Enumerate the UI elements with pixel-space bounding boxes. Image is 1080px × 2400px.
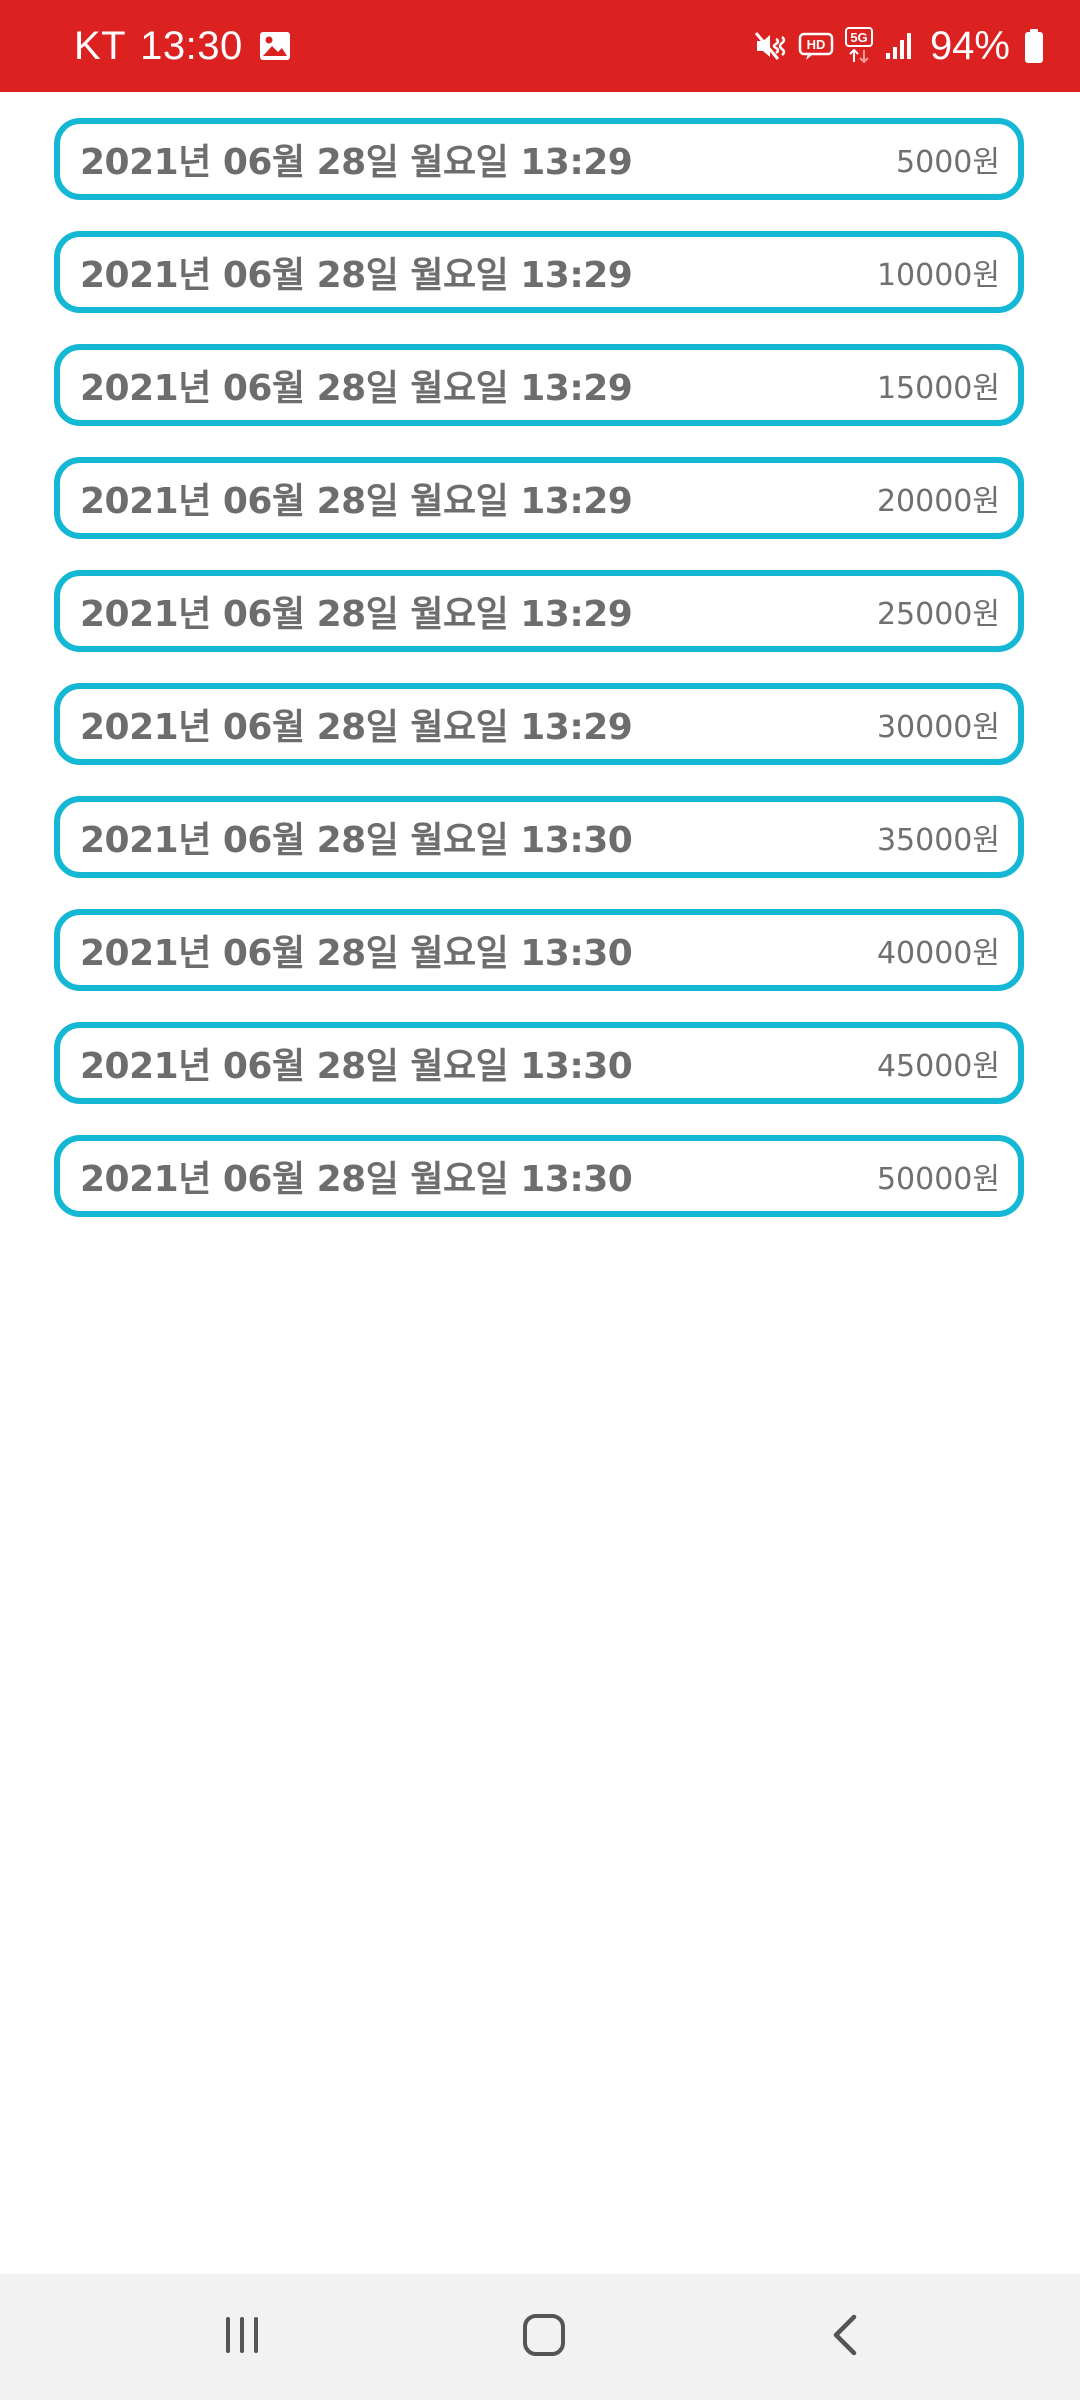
entry-amount: 10000원 xyxy=(876,258,1000,293)
list-item[interactable]: 2021년 06월 28일 월요일 13:29 5000원 xyxy=(54,118,1024,200)
mute-vibrate-icon xyxy=(754,29,788,63)
entry-date: 2021년 06월 28일 월요일 13:29 xyxy=(80,255,633,296)
entry-amount: 15000원 xyxy=(876,371,1000,406)
status-left: KT 13:30 xyxy=(74,0,291,92)
list-item[interactable]: 2021년 06월 28일 월요일 13:29 15000원 xyxy=(54,344,1024,426)
list-item[interactable]: 2021년 06월 28일 월요일 13:29 20000원 xyxy=(54,457,1024,539)
svg-text:5G: 5G xyxy=(850,30,867,45)
5g-icon: 5G xyxy=(844,26,874,66)
entry-date: 2021년 06월 28일 월요일 13:30 xyxy=(80,820,633,861)
entry-amount: 25000원 xyxy=(876,597,1000,632)
clock: 13:30 xyxy=(140,23,243,68)
list-item[interactable]: 2021년 06월 28일 월요일 13:30 40000원 xyxy=(54,909,1024,991)
battery-percent: 94% xyxy=(929,23,1010,68)
list-item[interactable]: 2021년 06월 28일 월요일 13:29 10000원 xyxy=(54,231,1024,313)
back-button[interactable] xyxy=(786,2274,906,2400)
list-item[interactable]: 2021년 06월 28일 월요일 13:30 45000원 xyxy=(54,1022,1024,1104)
navigation-bar xyxy=(0,2274,1080,2400)
entry-amount: 45000원 xyxy=(876,1049,1000,1084)
entry-date: 2021년 06월 28일 월요일 13:29 xyxy=(80,707,633,748)
signal-icon xyxy=(884,31,914,61)
status-bar: KT 13:30 HD 5G 94% xyxy=(0,0,1080,92)
hd-voice-icon: HD xyxy=(798,31,834,61)
recent-apps-button[interactable] xyxy=(182,2274,302,2400)
entry-date: 2021년 06월 28일 월요일 13:29 xyxy=(80,142,633,183)
home-button[interactable] xyxy=(484,2274,604,2400)
entry-date: 2021년 06월 28일 월요일 13:30 xyxy=(80,933,633,974)
list-item[interactable]: 2021년 06월 28일 월요일 13:29 30000원 xyxy=(54,683,1024,765)
status-right: HD 5G 94% xyxy=(754,0,1044,92)
entry-date: 2021년 06월 28일 월요일 13:29 xyxy=(80,481,633,522)
entry-amount: 5000원 xyxy=(896,145,1000,180)
list-item[interactable]: 2021년 06월 28일 월요일 13:30 35000원 xyxy=(54,796,1024,878)
entry-amount: 40000원 xyxy=(876,936,1000,971)
entry-list: 2021년 06월 28일 월요일 13:29 5000원 2021년 06월 … xyxy=(54,118,1024,1248)
entry-amount: 50000원 xyxy=(876,1162,1000,1197)
entry-date: 2021년 06월 28일 월요일 13:29 xyxy=(80,594,633,635)
entry-amount: 35000원 xyxy=(876,823,1000,858)
recent-apps-icon xyxy=(220,2313,264,2361)
entry-amount: 30000원 xyxy=(876,710,1000,745)
svg-text:HD: HD xyxy=(807,37,826,52)
entry-amount: 20000원 xyxy=(876,484,1000,519)
list-item[interactable]: 2021년 06월 28일 월요일 13:30 50000원 xyxy=(54,1135,1024,1217)
entry-date: 2021년 06월 28일 월요일 13:30 xyxy=(80,1159,633,1200)
battery-icon xyxy=(1024,28,1044,64)
list-item[interactable]: 2021년 06월 28일 월요일 13:29 25000원 xyxy=(54,570,1024,652)
carrier-label: KT xyxy=(74,23,127,68)
image-icon xyxy=(259,31,291,61)
back-icon xyxy=(824,2311,868,2363)
home-icon xyxy=(520,2311,568,2363)
entry-date: 2021년 06월 28일 월요일 13:30 xyxy=(80,1046,633,1087)
entry-date: 2021년 06월 28일 월요일 13:29 xyxy=(80,368,633,409)
